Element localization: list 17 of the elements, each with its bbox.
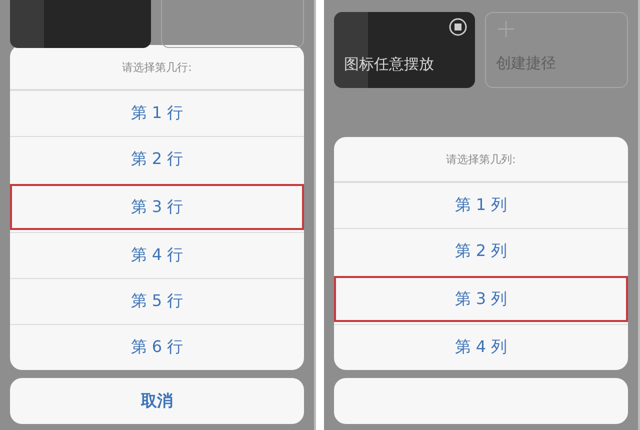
plus-icon bbox=[498, 21, 514, 37]
sheet-option[interactable]: 第 1 列 bbox=[334, 182, 628, 228]
sheet-option[interactable]: 第 5 行 bbox=[10, 278, 304, 324]
stop-icon[interactable] bbox=[449, 18, 467, 36]
sheet-option[interactable]: 第 3 列 bbox=[334, 276, 628, 322]
sheet-option[interactable]: 第 2 列 bbox=[334, 228, 628, 274]
sheet-option[interactable]: 第 6 行 bbox=[10, 324, 304, 370]
sheet-title: 请选择第几列: bbox=[334, 137, 628, 182]
cancel-button[interactable]: 取消 bbox=[10, 378, 304, 424]
shortcut-card[interactable]: 图标任意摆放 bbox=[334, 12, 475, 88]
sheet-option[interactable]: 第 4 列 bbox=[334, 324, 628, 370]
card-label: 图标任意摆放 bbox=[344, 55, 434, 74]
sheet-title: 请选择第几行: bbox=[10, 45, 304, 90]
sheet-option[interactable]: 第 4 行 bbox=[10, 232, 304, 278]
sheet-option[interactable]: 第 2 行 bbox=[10, 136, 304, 182]
sheet-option[interactable]: 第 1 行 bbox=[10, 90, 304, 136]
sheet-option[interactable]: 第 3 行 bbox=[10, 184, 304, 230]
